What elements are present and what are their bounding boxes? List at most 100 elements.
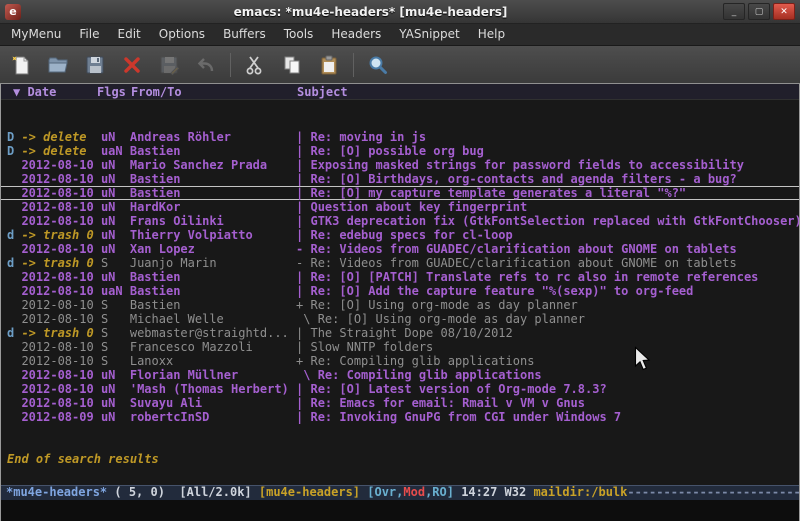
close-button[interactable]: ✕ <box>773 3 795 20</box>
message-flags: S <box>101 298 130 312</box>
message-row[interactable]: 2012-08-10 uN Suvayu Ali | Re: Emacs for… <box>1 396 799 410</box>
message-row[interactable]: d -> trash 0 S webmaster@straightd... | … <box>1 326 799 340</box>
message-subject: | Exposing masked strings for password f… <box>296 158 744 172</box>
message-row[interactable]: 2012-08-10 uN HardKor | Question about k… <box>1 200 799 214</box>
message-from: Bastien <box>130 298 296 312</box>
message-flags: S <box>101 326 130 340</box>
maximize-button[interactable]: ▢ <box>748 3 770 20</box>
message-date: 2012-08-10 <box>21 242 100 256</box>
message-row[interactable]: D -> delete uaN Bastien | Re: [O] possib… <box>1 144 799 158</box>
toolbar <box>0 46 800 84</box>
menu-item-options[interactable]: Options <box>150 24 214 45</box>
message-row[interactable]: d -> trash 0 uN Thierry Volpiatto | Re: … <box>1 228 799 242</box>
mu4e-headers-buffer[interactable]: D -> delete uN Andreas Röhler | Re: movi… <box>1 100 799 485</box>
search-icon[interactable] <box>365 52 391 78</box>
cut-icon[interactable] <box>242 52 268 78</box>
message-date: -> trash 0 <box>21 326 100 340</box>
emacs-window: e emacs: *mu4e-headers* [mu4e-headers] _… <box>0 0 800 521</box>
message-subject: | Question about key fingerprint <box>296 200 527 214</box>
undo-icon <box>193 52 219 78</box>
message-flags: S <box>101 354 130 368</box>
menu-item-headers[interactable]: Headers <box>322 24 390 45</box>
copy-icon[interactable] <box>279 52 305 78</box>
column-header-fromto[interactable]: From/To <box>131 85 182 99</box>
message-row[interactable]: 2012-08-10 S Bastien + Re: [O] Using org… <box>1 298 799 312</box>
minimize-button[interactable]: _ <box>723 3 745 20</box>
modeline-segment-blue: [Ovr, <box>360 485 403 499</box>
echo-area[interactable] <box>0 500 800 521</box>
message-flags: uN <box>101 382 130 396</box>
message-row[interactable]: D -> delete uN Andreas Röhler | Re: movi… <box>1 130 799 144</box>
end-of-results: End of search results <box>1 452 799 466</box>
message-row[interactable]: 2012-08-10 S Francesco Mazzoli | Slow NN… <box>1 340 799 354</box>
message-row[interactable]: 2012-08-10 uN Bastien | Re: [O] [PATCH] … <box>1 270 799 284</box>
menu-item-tools[interactable]: Tools <box>275 24 323 45</box>
save-as-icon <box>156 52 182 78</box>
column-header-date[interactable]: ▼ Date <box>13 85 56 99</box>
message-subject: \ Re: [O] Using org-mode as day planner <box>296 312 585 326</box>
message-date: -> trash 0 <box>21 228 100 242</box>
message-mark <box>7 298 21 312</box>
message-from: Mario Sanchez Prada <box>130 158 296 172</box>
message-from: HardKor <box>130 200 296 214</box>
message-subject: | The Straight Dope 08/10/2012 <box>296 326 513 340</box>
message-row[interactable]: 2012-08-10 uN Frans Oilinki | GTK3 depre… <box>1 214 799 228</box>
message-flags: uN <box>101 214 130 228</box>
message-from: webmaster@straightd... <box>130 326 296 340</box>
save-icon[interactable] <box>82 52 108 78</box>
titlebar[interactable]: e emacs: *mu4e-headers* [mu4e-headers] _… <box>0 0 800 24</box>
message-row[interactable]: 2012-08-10 S Lanoxx + Re: Compiling glib… <box>1 354 799 368</box>
message-flags: uN <box>101 368 130 382</box>
message-date: 2012-08-10 <box>21 214 100 228</box>
kill-buffer-icon[interactable] <box>119 52 145 78</box>
new-file-icon[interactable] <box>8 52 34 78</box>
message-mark <box>7 382 21 396</box>
modeline-segment-blue: ,RO] <box>425 485 461 499</box>
message-row[interactable]: 2012-08-10 uN Florian Müllner \ Re: Comp… <box>1 368 799 382</box>
message-mark <box>7 354 21 368</box>
message-mark: D <box>7 130 21 144</box>
message-row[interactable]: 2012-08-10 uN 'Mash (Thomas Herbert) | R… <box>1 382 799 396</box>
message-row[interactable]: 2012-08-10 uN Mario Sanchez Prada | Expo… <box>1 158 799 172</box>
message-mark <box>7 270 21 284</box>
column-header-subject[interactable]: Subject <box>297 85 348 99</box>
modeline-segment-plain: ( 5, 0) [All/2.0k] <box>107 485 259 499</box>
column-header-flgs[interactable]: Flgs <box>97 85 126 99</box>
modeline: *mu4e-headers* ( 5, 0) [All/2.0k] [mu4e-… <box>1 485 799 500</box>
message-flags: uN <box>101 158 130 172</box>
window-title: emacs: *mu4e-headers* [mu4e-headers] <box>21 5 720 19</box>
menu-item-help[interactable]: Help <box>469 24 514 45</box>
message-from: Lanoxx <box>130 354 296 368</box>
message-subject: | Re: [O] Birthdays, org-contacts and ag… <box>296 172 737 186</box>
message-flags: S <box>101 340 130 354</box>
message-subject: | Re: Emacs for email: Rmail v VM v Gnus <box>296 396 585 410</box>
message-date: 2012-08-10 <box>21 284 100 298</box>
message-mark <box>7 368 21 382</box>
paste-icon[interactable] <box>316 52 342 78</box>
message-row[interactable]: 2012-08-09 uN robertcInSD | Re: Invoking… <box>1 410 799 424</box>
message-date: 2012-08-10 <box>21 382 100 396</box>
open-file-icon[interactable] <box>45 52 71 78</box>
message-subject: | Re: moving in js <box>296 130 426 144</box>
message-subject: \ Re: Compiling glib applications <box>296 368 542 382</box>
message-row[interactable]: 2012-08-10 uN Xan Lopez - Re: Videos fro… <box>1 242 799 256</box>
menu-item-buffers[interactable]: Buffers <box>214 24 275 45</box>
menu-item-edit[interactable]: Edit <box>109 24 150 45</box>
message-date: 2012-08-10 <box>21 340 100 354</box>
message-row[interactable]: 2012-08-10 uaN Bastien | Re: [O] Add the… <box>1 284 799 298</box>
message-date: 2012-08-10 <box>21 200 100 214</box>
message-row[interactable]: 2012-08-10 S Michael Welle \ Re: [O] Usi… <box>1 312 799 326</box>
message-subject: | Re: [O] [PATCH] Translate refs to rc a… <box>296 270 758 284</box>
modeline-segment-buffer: *mu4e-headers* <box>6 485 107 499</box>
menu-item-file[interactable]: File <box>70 24 108 45</box>
message-mark <box>7 200 21 214</box>
message-subject: + Re: [O] Using org-mode as day planner <box>296 298 578 312</box>
message-row[interactable]: 2012-08-10 uN Bastien | Re: [O] Birthday… <box>1 172 799 186</box>
menu-item-mymenu[interactable]: MyMenu <box>2 24 70 45</box>
message-date: 2012-08-10 <box>21 368 100 382</box>
menu-item-yasnippet[interactable]: YASnippet <box>390 24 469 45</box>
message-mark <box>7 312 21 326</box>
message-row-current[interactable]: 2012-08-10 uN Bastien | Re: [O] my captu… <box>1 186 799 200</box>
emacs-app-icon: e <box>5 4 21 20</box>
message-row[interactable]: d -> trash 0 S Juanjo Marin - Re: Videos… <box>1 256 799 270</box>
